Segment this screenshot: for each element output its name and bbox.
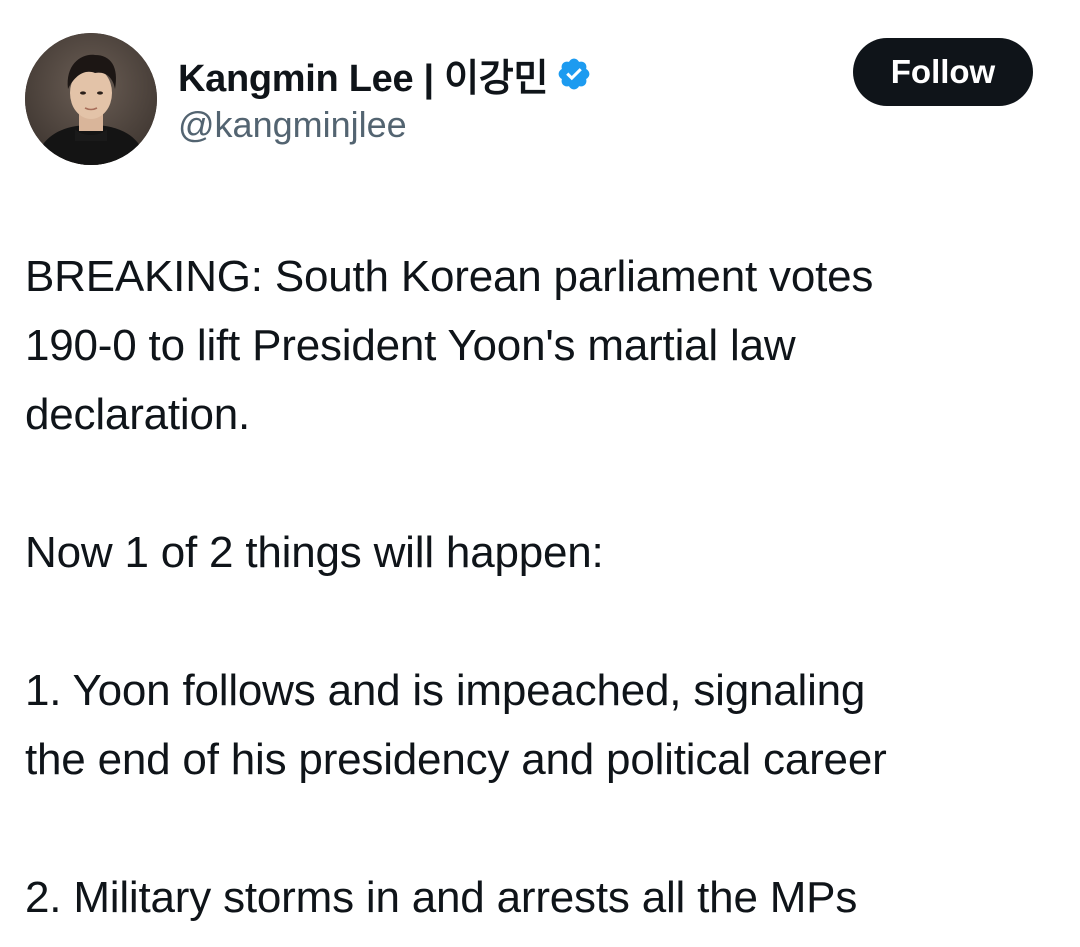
tweet-paragraph: Now 1 of 2 things will happen:: [25, 528, 604, 577]
author-handle[interactable]: @kangminjlee: [178, 104, 407, 146]
author-name-row: Kangmin Lee | 이강민: [178, 48, 592, 100]
tweet-text: BREAKING: South Korean parliament votes …: [25, 242, 1065, 932]
tweet-paragraph: 2. Military storms in and arrests all th…: [25, 873, 858, 922]
tweet-header: Kangmin Lee | 이강민 @kangminjlee Follow: [0, 0, 1080, 200]
avatar[interactable]: [25, 33, 157, 165]
verified-badge-icon[interactable]: [556, 56, 592, 92]
avatar-photo: [25, 33, 157, 165]
tweet-paragraph: BREAKING: South Korean parliament votes …: [25, 252, 874, 439]
author-display-name[interactable]: Kangmin Lee | 이강민: [178, 47, 548, 102]
tweet-paragraph: 1. Yoon follows and is impeached, signal…: [25, 666, 887, 784]
follow-button[interactable]: Follow: [853, 38, 1033, 106]
